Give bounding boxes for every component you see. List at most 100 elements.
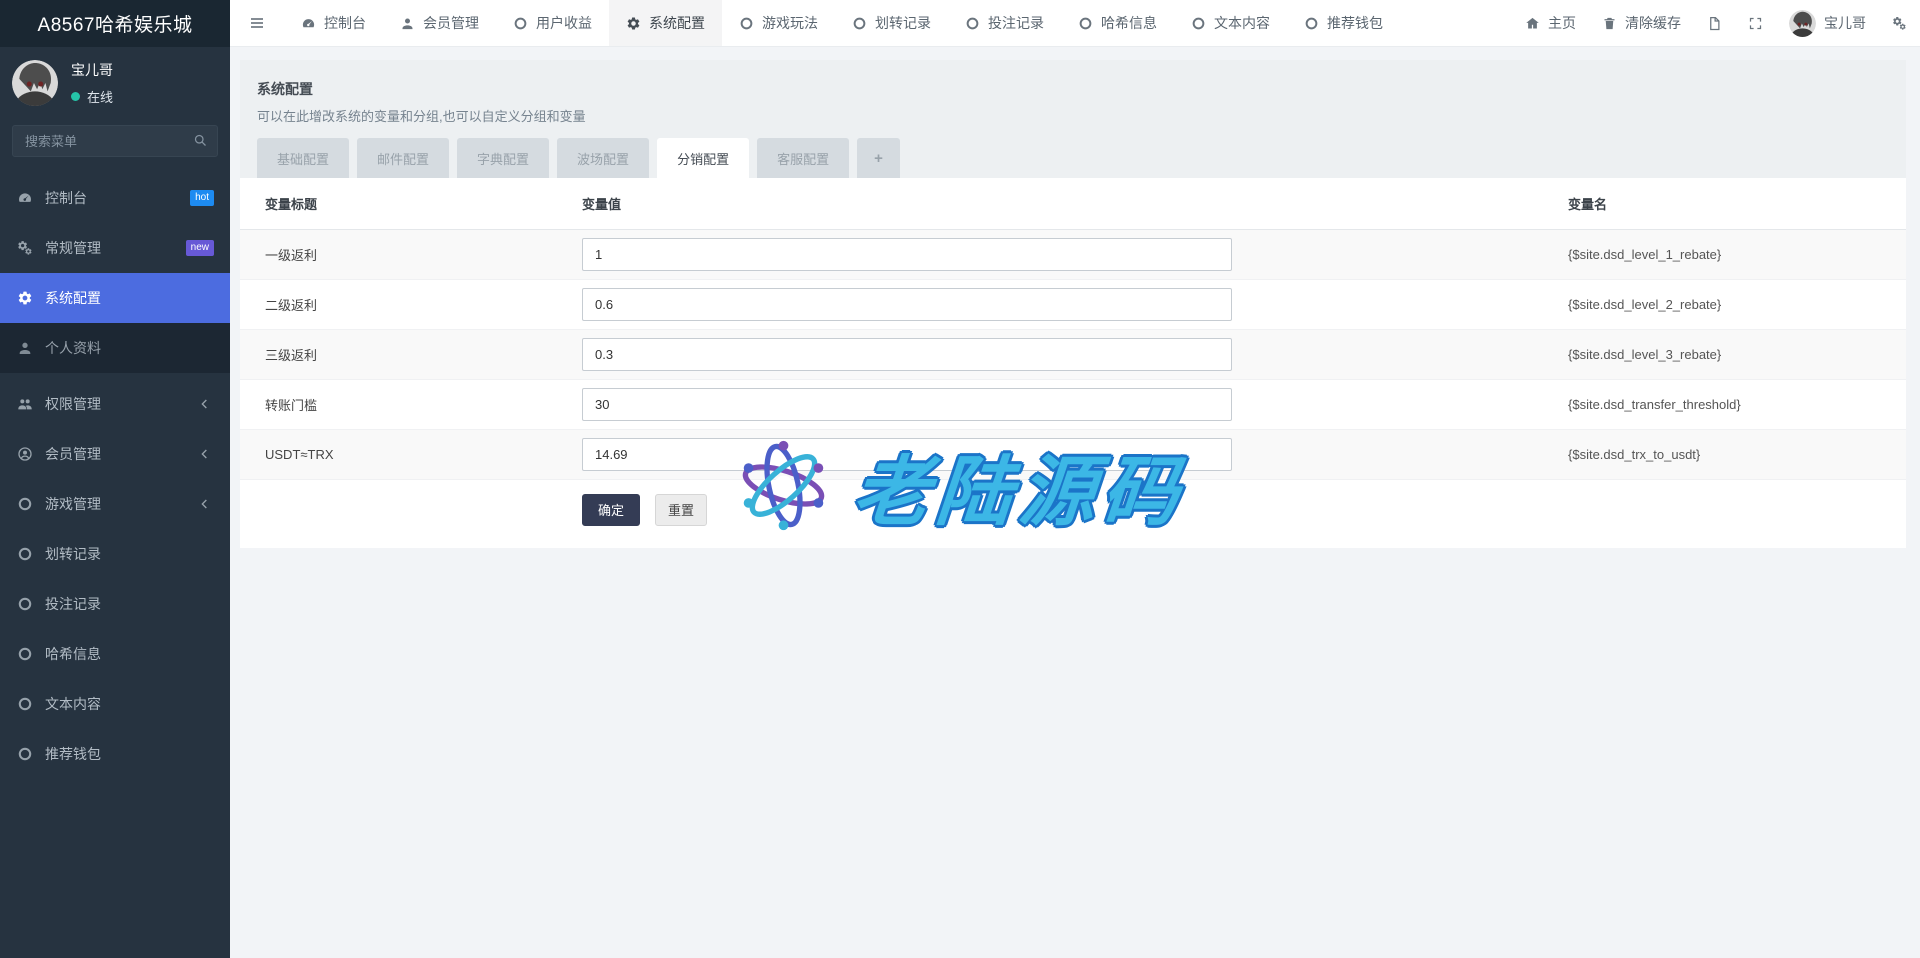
avatar — [1789, 10, 1816, 37]
tab[interactable]: 分销配置 — [657, 138, 749, 178]
sidebar-item[interactable]: 常规管理new — [0, 223, 230, 273]
topbar-right: 主页 清除缓存 宝儿哥 — [1512, 0, 1920, 46]
tachometer-icon — [301, 16, 316, 31]
submit-button[interactable]: 确定 — [582, 494, 640, 526]
topnav-item-label: 控制台 — [324, 13, 366, 33]
sidebar-item-label: 投注记录 — [45, 594, 101, 614]
tab[interactable]: 字典配置 — [457, 138, 549, 178]
sidebar-item[interactable]: 投注记录 — [0, 579, 230, 629]
user-menu[interactable]: 宝儿哥 — [1776, 0, 1879, 46]
sidebar-item-label: 会员管理 — [45, 444, 101, 464]
topnav-items: 控制台会员管理用户收益系统配置游戏玩法划转记录投注记录哈希信息文本内容 推荐钱包 — [284, 0, 1400, 46]
tab[interactable]: 客服配置 — [757, 138, 849, 178]
sidebar-item[interactable]: 会员管理 — [0, 429, 230, 479]
card-body: 变量标题 变量值 变量名 一级返利{$site.dsd_level_1_reba… — [240, 178, 1906, 548]
topnav-item[interactable]: 用户收益 — [496, 0, 609, 46]
gear-icon — [16, 290, 34, 306]
cogs-icon — [16, 240, 34, 256]
circle-icon — [16, 546, 34, 562]
username-label: 宝儿哥 — [1824, 13, 1866, 33]
sidebar-item-label: 划转记录 — [45, 544, 101, 564]
sidebar-item-label: 系统配置 — [45, 288, 101, 308]
add-tab-button[interactable]: + — [857, 138, 900, 178]
circle-icon — [16, 496, 34, 512]
page-subtitle: 可以在此增改系统的变量和分组,也可以自定义分组和变量 — [257, 106, 1889, 138]
tab[interactable]: 基础配置 — [257, 138, 349, 178]
sidebar-item[interactable]: 系统配置 — [0, 273, 230, 323]
circle-icon — [1078, 16, 1093, 31]
sidebar-item[interactable]: 游戏管理 — [0, 479, 230, 529]
variable-value-input[interactable] — [582, 338, 1232, 371]
online-label: 在线 — [87, 87, 113, 106]
topnav-item[interactable]: 投注记录 — [948, 0, 1061, 46]
config-tabs: 基础配置邮件配置字典配置波场配置分销配置客服配置+ — [257, 138, 1889, 178]
col-header-value: 变量值 — [582, 178, 1568, 229]
sidebar-toggle-button[interactable] — [230, 0, 284, 46]
home-button[interactable]: 主页 — [1512, 0, 1589, 46]
cogs-icon — [1892, 16, 1907, 31]
variable-value-input[interactable] — [582, 238, 1232, 271]
file-icon — [1707, 16, 1722, 31]
fullscreen-button[interactable] — [1735, 0, 1776, 46]
circle-icon — [1304, 16, 1319, 31]
sidebar-menu: 控制台 hot 常规管理new 系统配置个人资料权限管理会员管理游戏管理划转记录投注记… — [0, 173, 230, 779]
topnav-item[interactable]: 游戏玩法 — [722, 0, 835, 46]
sidebar-item-label: 游戏管理 — [45, 494, 101, 514]
topnav-item[interactable]: 系统配置 — [609, 0, 722, 46]
sidebar-user-status: 在线 — [71, 87, 113, 106]
brand-logo[interactable]: A8567哈希娱乐城 — [0, 0, 230, 47]
fullscreen-icon — [1748, 16, 1763, 31]
sidebar-item[interactable]: 推荐钱包 — [0, 729, 230, 779]
variable-value-input[interactable] — [582, 288, 1232, 321]
sidebar-item-label: 权限管理 — [45, 394, 101, 414]
col-header-title: 变量标题 — [240, 178, 582, 229]
chevron-left-icon — [196, 396, 214, 412]
sidebar-item[interactable]: 权限管理 — [0, 379, 230, 429]
topbar: 控制台会员管理用户收益系统配置游戏玩法划转记录投注记录哈希信息文本内容推荐钱包 … — [230, 0, 1920, 47]
topnav-item[interactable]: 划转记录 — [835, 0, 948, 46]
variable-name: {$site.dsd_trx_to_usdt} — [1568, 429, 1906, 479]
variable-name: {$site.dsd_level_1_rebate} — [1568, 229, 1906, 279]
main-content: 系统配置 可以在此增改系统的变量和分组,也可以自定义分组和变量 基础配置邮件配置… — [230, 47, 1920, 958]
badge-hot: hot — [190, 190, 214, 206]
variable-value-cell — [582, 279, 1568, 329]
tab[interactable]: 邮件配置 — [357, 138, 449, 178]
circle-icon — [852, 16, 867, 31]
topnav-item[interactable]: 哈希信息 — [1061, 0, 1174, 46]
sidebar-item[interactable]: 文本内容 — [0, 679, 230, 729]
log-button[interactable] — [1694, 0, 1735, 46]
settings-button[interactable] — [1879, 0, 1920, 46]
topnav-item[interactable]: 会员管理 — [383, 0, 496, 46]
table-row: 二级返利{$site.dsd_level_2_rebate} — [240, 279, 1906, 329]
variable-name: {$site.dsd_level_2_rebate} — [1568, 279, 1906, 329]
sidebar-item[interactable]: 哈希信息 — [0, 629, 230, 679]
search-icon — [193, 133, 208, 148]
circle-icon — [739, 16, 754, 31]
sidebar-item[interactable]: 划转记录 — [0, 529, 230, 579]
variable-value-input[interactable] — [582, 438, 1232, 471]
variable-value-cell — [582, 379, 1568, 429]
sidebar-item[interactable]: 个人资料 — [0, 323, 230, 373]
tab[interactable]: 波场配置 — [557, 138, 649, 178]
variable-value-input[interactable] — [582, 388, 1232, 421]
config-table-body: 一级返利{$site.dsd_level_1_rebate}二级返利{$site… — [240, 229, 1906, 479]
reset-button[interactable]: 重置 — [655, 494, 707, 526]
search-input[interactable] — [12, 125, 218, 157]
topnav-item[interactable]: 控制台 — [284, 0, 383, 46]
topnav-item[interactable]: 文本内容 — [1174, 0, 1287, 46]
col-header-name: 变量名 — [1568, 178, 1906, 229]
topnav-item-label: 推荐钱包 — [1327, 13, 1383, 33]
sidebar-item[interactable]: 控制台 hot — [0, 173, 230, 223]
trash-icon — [1602, 16, 1617, 31]
sidebar-item-label: 控制台 — [45, 188, 87, 208]
clear-cache-button[interactable]: 清除缓存 — [1589, 0, 1694, 46]
variable-value-cell — [582, 429, 1568, 479]
badge-new: new — [186, 240, 214, 256]
sidebar-item-label: 推荐钱包 — [45, 744, 101, 764]
brand-title: A8567哈希娱乐城 — [38, 10, 193, 37]
circle-icon — [16, 746, 34, 762]
variable-title: 三级返利 — [240, 329, 582, 379]
sidebar-item-label: 个人资料 — [45, 338, 101, 358]
variable-value-cell — [582, 229, 1568, 279]
topnav-item[interactable]: 推荐钱包 — [1287, 0, 1400, 46]
